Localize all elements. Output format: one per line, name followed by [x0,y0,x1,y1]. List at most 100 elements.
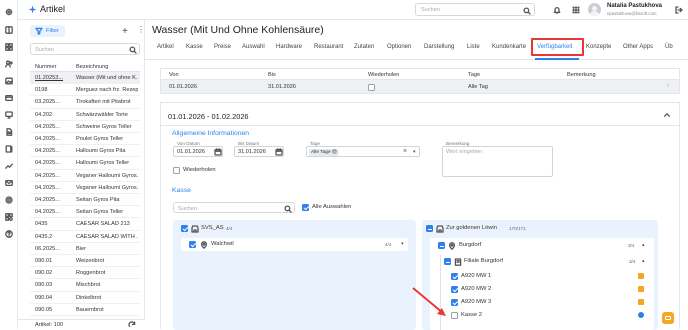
list-item[interactable]: 04.2025...Poulet Gyros Teller [30,133,140,145]
chart-icon[interactable] [5,162,13,170]
settings-icon[interactable] [5,8,13,16]
item-name: Veganer Halloumi Gyros... [76,185,138,191]
apps-grid-icon[interactable] [572,6,580,14]
chevron-down-icon[interactable]: ▾ [413,149,416,155]
users-icon[interactable] [5,60,13,68]
avatar[interactable] [588,3,601,16]
chevron-up-icon[interactable]: ▴ [642,258,645,264]
tab-kundenkarte[interactable]: Kundenkarte [492,44,526,50]
chip-remove-icon[interactable]: × [332,149,337,154]
tab-darstellung[interactable]: Darstellung [424,44,454,50]
tab-artikel[interactable]: Artikel [157,44,174,50]
card-icon[interactable] [5,94,13,102]
item-checkbox[interactable] [189,241,196,248]
list-search-input[interactable]: Suchen [30,43,140,55]
list-item[interactable]: 0198Merguez nach frz. Rezep... [30,84,140,96]
list-item[interactable]: 01.20253...Wasser (Mit und ohne K... [30,72,140,84]
list-item[interactable]: 04.2025...Halloumi Gyros Teller [30,157,140,169]
terminal-checkbox[interactable] [451,299,458,306]
chevron-left-icon[interactable]: ‹ [667,83,669,89]
tab-liste[interactable]: Liste [467,44,480,50]
global-search-input[interactable]: Suchen [415,3,535,16]
list-item[interactable]: 03.2025...Tirokafteri mit Pitabrot [30,96,140,108]
chevron-up-icon[interactable] [663,111,671,119]
apps-icon[interactable] [5,213,13,221]
remark-textarea[interactable]: Wert eingeben [442,146,553,177]
book-icon[interactable] [5,145,13,153]
calendar-icon[interactable] [275,148,283,156]
chat-button[interactable] [662,312,674,324]
list-item[interactable]: 06.2025...Bier [30,243,140,255]
terminal-checkbox[interactable] [451,286,458,293]
tab-overflow[interactable]: Üb [665,44,673,50]
bell-icon[interactable] [553,6,561,14]
list-item[interactable]: 04.2025...Veganer Halloumi Gyros... [30,182,140,194]
terminal-checkbox[interactable] [451,273,458,280]
help-icon[interactable] [5,230,13,238]
tab-preise[interactable]: Preise [214,44,231,50]
days-select[interactable]: Alle Tage × × ▾ [306,146,420,157]
clear-icon[interactable]: × [403,148,407,155]
list-item[interactable]: 090.05Bauernbrot [30,304,140,316]
from-date-field[interactable]: 01.01.2026 [173,146,223,157]
list-item[interactable]: 04.2025...Seitan Gyros Teller [30,206,140,218]
list-item[interactable]: 090.03Mischbrot [30,279,140,291]
list-item[interactable]: 0435.2CAESAR SALAD WITH ... [30,231,140,243]
image-icon[interactable] [5,77,13,85]
sub-checkbox[interactable] [438,242,445,249]
item-name: Schweine Gyros Teller [76,124,138,130]
dashboard-icon[interactable] [5,26,13,34]
tab-optionen[interactable]: Optionen [387,44,411,50]
tab-hardware[interactable]: Hardware [276,44,302,50]
gear-icon[interactable] [5,196,13,204]
repeat-checkbox[interactable] [368,84,375,91]
list-item[interactable]: 04.2025...Schweine Gyros Teller [30,121,140,133]
more-vertical-icon[interactable]: ⋮ [137,26,145,34]
grid-icon[interactable] [5,43,13,51]
list-item[interactable]: 04.2025...Halloumi Gyros Pita [30,145,140,157]
item-number: 090.02 [35,270,73,276]
kasse-search-input[interactable]: Suchen [173,202,295,213]
terminal-row-kasse-2[interactable]: Kasse 2 [449,309,651,321]
mail-icon[interactable] [5,179,13,187]
select-all-checkbox[interactable] [302,204,309,211]
refresh-icon[interactable] [128,321,136,329]
list-item[interactable]: 04.202Schwärzwälder Torte [30,109,140,121]
document-icon[interactable] [5,128,13,136]
tree-item-walchwil[interactable]: Walchwil 4/4 ▾ [181,238,408,251]
add-icon[interactable]: + [122,26,128,37]
store-icon [436,225,444,233]
list-item[interactable]: 04.2025...Veganer Halloumi Gyros... [30,170,140,182]
list-item[interactable]: 090.02Roggenbrot [30,267,140,279]
tab-zutaten[interactable]: Zutaten [354,44,374,50]
logout-icon[interactable] [675,6,683,14]
item-name: CAESAR SALAD WITH ... [76,234,138,240]
list-item[interactable]: 0435CAESAR SALAD 213 [30,218,140,230]
terminal-row[interactable]: A920 MW 2 [449,283,651,295]
tab-kasse[interactable]: Kasse [186,44,203,50]
table-row[interactable]: 01.01.2026 31.01.2026 Alle Tag ‹ [161,80,679,93]
list-item[interactable]: 090.01Weizenbrot [30,255,140,267]
filiale-checkbox[interactable] [444,258,451,265]
to-date-field[interactable]: 31.01.2026 [234,146,284,157]
group-checkbox[interactable] [426,225,433,232]
nav-rail [0,0,18,329]
tab-other-apps[interactable]: Other Apps [623,44,653,50]
calendar-icon[interactable] [214,148,222,156]
terminal-row[interactable]: A920 MW 1 [449,270,651,282]
column-number[interactable]: Nummer [35,64,56,70]
column-name[interactable]: Bezeichnung [76,64,108,70]
tab-restaurant[interactable]: Restaurant [314,44,343,50]
chevron-up-icon[interactable]: ▴ [642,242,645,248]
repeat-checkbox[interactable] [173,167,180,174]
tab-auswahl[interactable]: Auswahl [242,44,265,50]
group-checkbox[interactable] [181,225,188,232]
terminal-checkbox-unchecked[interactable] [451,312,458,319]
filter-button[interactable]: Filter [30,25,65,37]
chevron-down-icon[interactable]: ▾ [401,241,404,247]
tab-konzepte[interactable]: Konzepte [586,44,611,50]
list-item[interactable]: 090.04Dinkelbrot [30,292,140,304]
list-item[interactable]: 04.2025...Seitan Gyros Pita [30,194,140,206]
monitor-icon[interactable] [5,111,13,119]
terminal-row[interactable]: A920 MW 3 [449,296,651,308]
